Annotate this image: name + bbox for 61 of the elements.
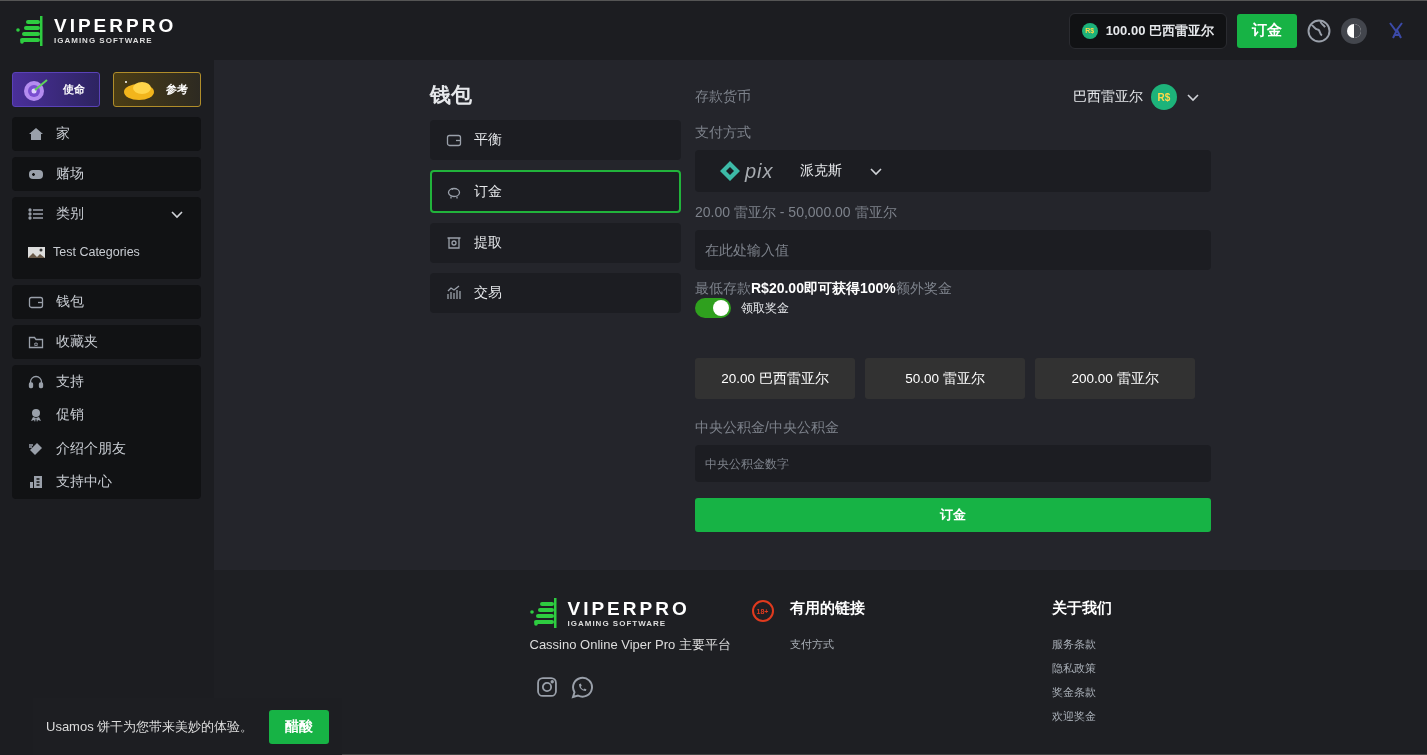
sidebar-item[interactable]: 支持中心 [12,465,201,499]
wallet-menu-item[interactable]: 提取 [430,223,681,263]
footer-link[interactable]: 服务条款 [1051,638,1112,652]
payment-logo-text: pix [745,159,774,183]
logo-name: VIPERPRO [54,16,177,36]
chart-icon [446,285,462,301]
bonus-note: 最低存款R$20.00即可获得100%额外奖金 [695,280,953,298]
cookie-text: Usamos 饼干为您带来美妙的体验。 [46,717,254,736]
footer-link[interactable]: 支付方式 [789,638,1052,652]
headset-icon [28,373,44,390]
footer-link[interactable]: 隐私政策 [1051,662,1112,676]
contrast-icon [1346,22,1362,39]
referral-button[interactable]: 参考 [113,72,201,107]
field-label: 支付方式 [695,124,752,142]
footer-description: Cassino Online Viper Pro 主要平台 [529,636,732,654]
wallet-menu-item[interactable]: 交易 [430,273,681,313]
mission-button[interactable]: 使命 [12,72,100,107]
footer-heading: 关于我们 [1051,599,1112,618]
wallet-title: 钱包 [430,82,473,108]
currency-select[interactable]: 巴西雷亚尔 R$ [1073,84,1211,110]
footer-link[interactable]: 欢迎奖金 [1051,710,1112,724]
toggle-label: 领取奖金 [741,299,789,317]
withdraw-icon [446,235,462,251]
footer-heading: 有用的链接 [789,599,866,618]
bonus-toggle[interactable] [695,298,731,318]
sidebar-item[interactable]: 赌场 [12,157,201,191]
sidebar-item[interactable]: 钱包 [12,285,201,319]
sidebar-item[interactable]: 家 [12,117,201,151]
logo-tagline: IGAMING SOFTWARE [567,618,668,628]
list-icon [28,206,44,222]
sidebar-item[interactable]: 收藏夹 [12,325,201,359]
sidebar-subitem[interactable]: Test Categories [12,231,201,279]
folder-icon [28,334,44,350]
amount-option[interactable]: 200.00 雷亚尔 [1035,358,1195,399]
ticket-icon [28,440,44,457]
diamond-icon [719,160,741,182]
wallet-icon [446,132,462,148]
building-icon [28,474,44,491]
payment-method-select[interactable]: pix 派克斯 [695,150,1211,192]
wallet-menu-item[interactable]: 订金 [430,170,681,213]
logo-name: VIPERPRO [567,598,690,619]
sidebar-item[interactable]: 支持 [12,365,201,399]
sidebar-item[interactable]: 类别 [12,197,201,231]
theme-toggle[interactable] [1341,17,1367,44]
amount-option[interactable]: 50.00 雷亚尔 [865,358,1025,399]
cpf-input[interactable]: 中央公积金数字 [695,445,1211,482]
award-icon [28,407,44,424]
field-label: 存款货币 [695,88,751,106]
wallet-menu-item[interactable]: 平衡 [430,120,681,160]
logo-tagline: IGAMING SOFTWARE [54,36,154,45]
sidebar-item[interactable]: 促销 [12,398,201,432]
amount-input[interactable]: 在此处输入值 [695,230,1211,270]
footer-link[interactable]: 奖金条款 [1051,686,1112,700]
whatsapp-icon [569,676,594,700]
sidebar-item[interactable]: 介绍个朋友 [12,432,201,466]
instagram-icon [535,676,558,698]
home-icon [28,126,44,142]
field-label: 中央公积金/中央公积金 [695,419,840,437]
wallet-icon [28,294,44,310]
field-label: 20.00 雷亚尔 - 50,000.00 雷亚尔 [695,204,898,222]
amount-option[interactable]: 20.00 巴西雷亚尔 [695,358,855,399]
